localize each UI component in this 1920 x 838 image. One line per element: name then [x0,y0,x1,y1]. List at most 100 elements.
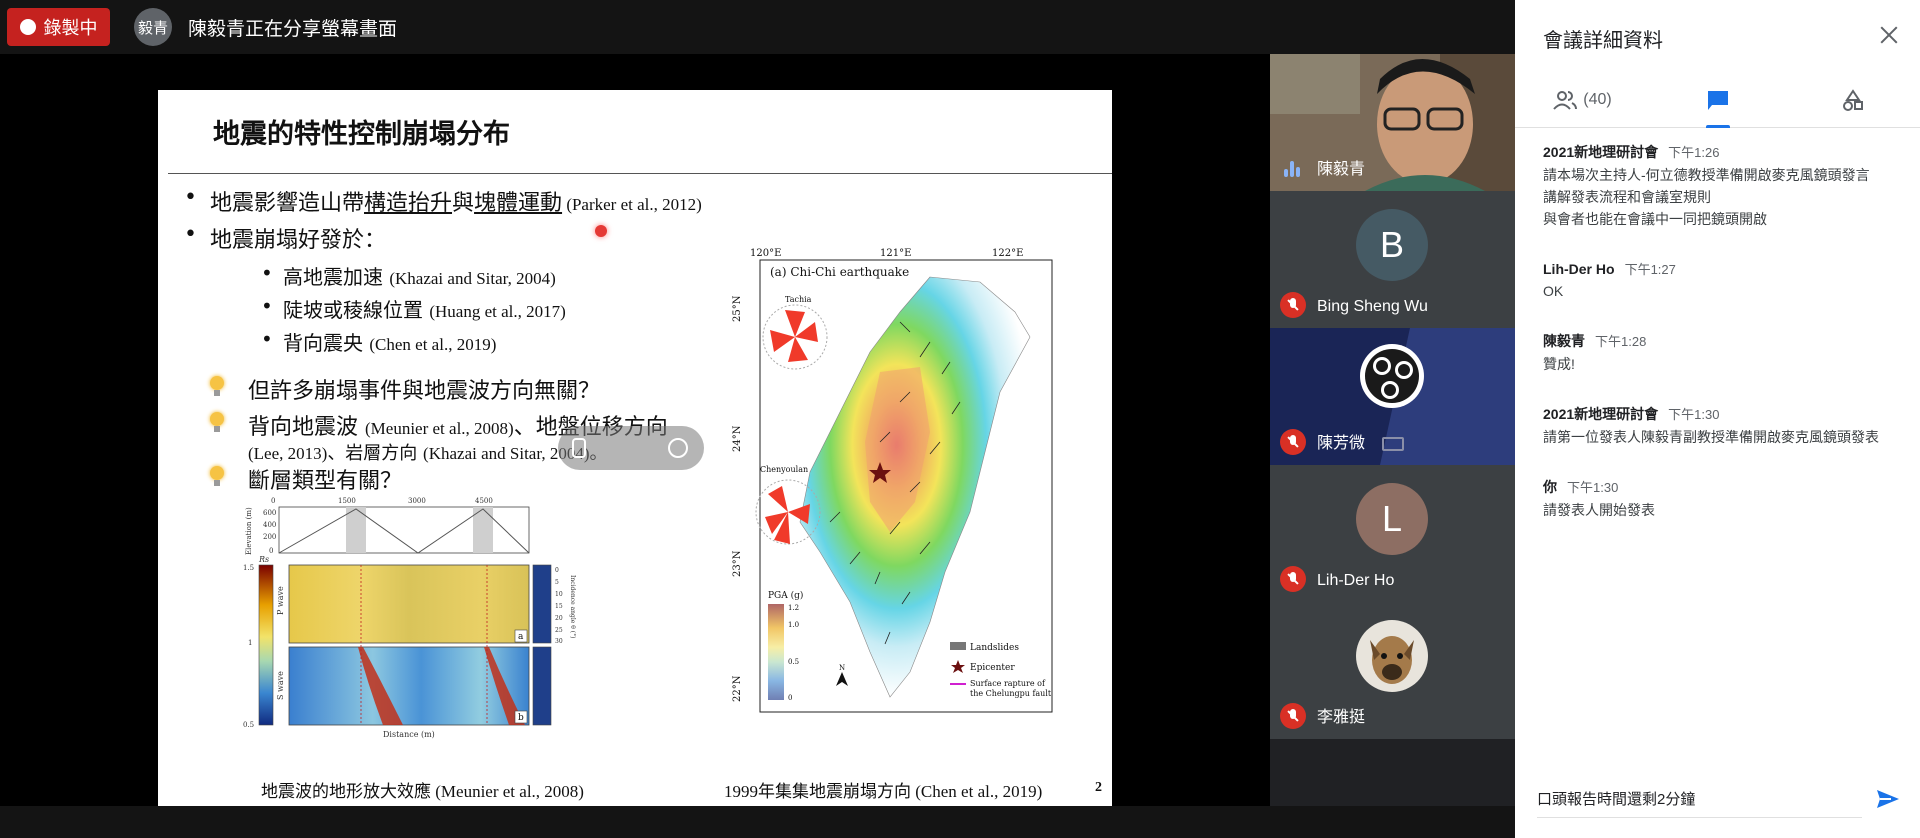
presentation-controls[interactable] [558,426,704,470]
rs-label: Rs [258,555,269,564]
tab-activities[interactable] [1785,72,1920,128]
sub-bullet-text: 高地震加速 [283,265,390,289]
tick: 5 [555,579,559,586]
panel-title: 會議詳細資料 [1543,30,1663,52]
tick: 0 [555,567,559,574]
legend-epicenter: Epicenter [970,663,1015,673]
q2-ref1: (Lee, 2013) [248,444,328,463]
x-axis-label: Distance (m) [383,730,435,739]
tick: 0 [788,694,792,702]
participant-tile[interactable]: B Bing Sheng Wu [1270,191,1515,328]
slide-divider [168,173,1112,174]
participant-avatar: B [1356,209,1428,281]
message-text: 贊成! [1543,356,1575,372]
tick: 1 [248,639,252,647]
rose-label-chenyoulan: Chenyoulan [760,465,808,474]
panel-a-label: a [518,632,524,642]
people-count: (40) [1583,91,1612,108]
message-sender: Lih-Der Ho [1543,261,1615,277]
participant-tile[interactable]: 陳芳微 [1270,328,1515,465]
bottom-bar [0,806,1515,838]
q2-text: 、岩層方向 [327,443,424,464]
message-text: 與會者也能在會議中一同把鏡頭開啟 [1543,211,1767,227]
pga-label: PGA (g) [768,590,803,601]
panel-b-label: b [518,713,524,723]
chat-composer [1537,778,1862,818]
close-share-icon[interactable] [621,438,641,458]
pin-icon[interactable] [572,438,586,458]
chat-message: 2021新地理研討會 下午1:30 請第一位發表人陳毅青副教授準備開啟麥克風鏡頭發… [1543,404,1903,447]
legend-landslides: Landslides [970,643,1019,653]
laser-pointer [595,225,607,237]
tick: 0 [271,497,275,505]
chat-input[interactable] [1537,778,1862,818]
tick: 30 [555,638,563,645]
message-time: 下午1:28 [1595,334,1647,349]
participant-tile[interactable]: L Lih-Der Ho [1270,465,1515,602]
question-3: 斷層類型有關？ [248,469,403,494]
tick: 23°N [732,550,743,577]
bullet-2: 地震崩塌好發於： [184,222,386,254]
tick: 200 [263,533,276,541]
sub-bullet: 陡坡或稜線位置 (Huang et al., 2017) [261,294,566,323]
sub-bullet-ref: (Huang et al., 2017) [429,302,566,321]
shared-slide: 地震的特性控制崩塌分布 地震影響造山帶構造抬升與塊體運動 (Parker et … [158,90,1112,806]
tick: 1500 [338,497,356,505]
tick: 0.5 [788,658,799,666]
close-icon[interactable] [1878,24,1900,46]
send-icon[interactable] [1875,788,1901,810]
question-2-ref: (Meunier et al., 2008) [365,419,514,438]
tab-chat[interactable] [1650,72,1785,128]
message-sender: 2021新地理研討會 [1543,406,1659,422]
p-wave-label: P wave [276,586,285,615]
recording-badge[interactable]: 錄製中 [7,8,110,46]
lightbulb-icon [208,466,226,488]
lightbulb-icon [208,376,226,398]
tick: 15 [555,603,563,610]
tick: 1.2 [788,604,799,612]
panel-tabs: (40) [1515,72,1920,128]
participant-tile[interactable]: 李雅挺 [1270,602,1515,739]
meeting-details-panel: 會議詳細資料 (40) 2021新地理研討會 下午1:26 請本場次主持人-何立… [1515,0,1920,838]
tick: 24°N [732,425,743,452]
s-wave-label: S wave [276,671,285,700]
tick: 22°N [732,675,743,702]
mic-off-icon [1280,703,1306,729]
map-title: (a) Chi-Chi earthquake [770,265,909,279]
north-arrow-label: N [839,664,845,672]
lightbulb-icon [208,412,226,434]
sub-bullet-text: 陡坡或稜線位置 [283,298,430,322]
message-time: 下午1:26 [1668,145,1720,160]
question-2-text: 背向地震波 [248,415,365,440]
chat-message: Lih-Der Ho 下午1:27 OK [1543,259,1903,301]
bullet-1-underline-1: 構造抬升 [364,191,453,216]
tick: 600 [263,509,276,517]
message-time: 下午1:30 [1668,407,1720,422]
tick: 122°E [992,248,1023,259]
bullet-1-mid: 與 [452,191,475,216]
tab-people[interactable]: (40) [1515,72,1650,128]
minus-icon[interactable] [668,438,688,458]
message-sender: 陳毅青 [1543,333,1585,349]
question-1: 但許多崩塌事件與地震波方向無關？ [248,379,601,404]
chat-message: 2021新地理研討會 下午1:26 請本場次主持人-何立德教授準備開啟麥克風鏡頭發… [1543,142,1903,229]
caption-right: 1999年集集地震崩塌方向 (Chen et al., 2019) [724,782,1043,801]
participant-avatar: L [1356,483,1428,555]
message-text: 請發表人開始發表 [1543,502,1655,518]
amplification-plot: 0 1500 3000 4500 600 400 200 0 Elevation… [243,497,576,739]
message-text: 請本場次主持人-何立德教授準備開啟麥克風鏡頭發言 [1543,167,1870,183]
legend-fault-2: the Chelungpu fault [970,689,1052,698]
bullet-1: 地震影響造山帶構造抬升與塊體運動 (Parker et al., 2012) [184,185,702,217]
axis-label: Incidence angle θ (°) [569,575,576,638]
message-sender: 你 [1543,479,1557,495]
tick: 1.0 [788,621,799,629]
rose-label-tachia: Tachia [785,295,812,304]
participant-tile[interactable]: 陳毅青 [1270,54,1515,191]
people-icon [1553,91,1578,110]
tick: 121°E [880,248,911,259]
question-2-line2: (Lee, 2013)、岩層方向 (Khazai and Sitar, 2004… [248,439,607,465]
tick: 4500 [475,497,493,505]
sub-bullet-text: 背向震央 [283,331,370,355]
message-time: 下午1:30 [1567,480,1619,495]
top-bar: 錄製中 毅青 陳毅青正在分享螢幕畫面 [0,0,1515,54]
